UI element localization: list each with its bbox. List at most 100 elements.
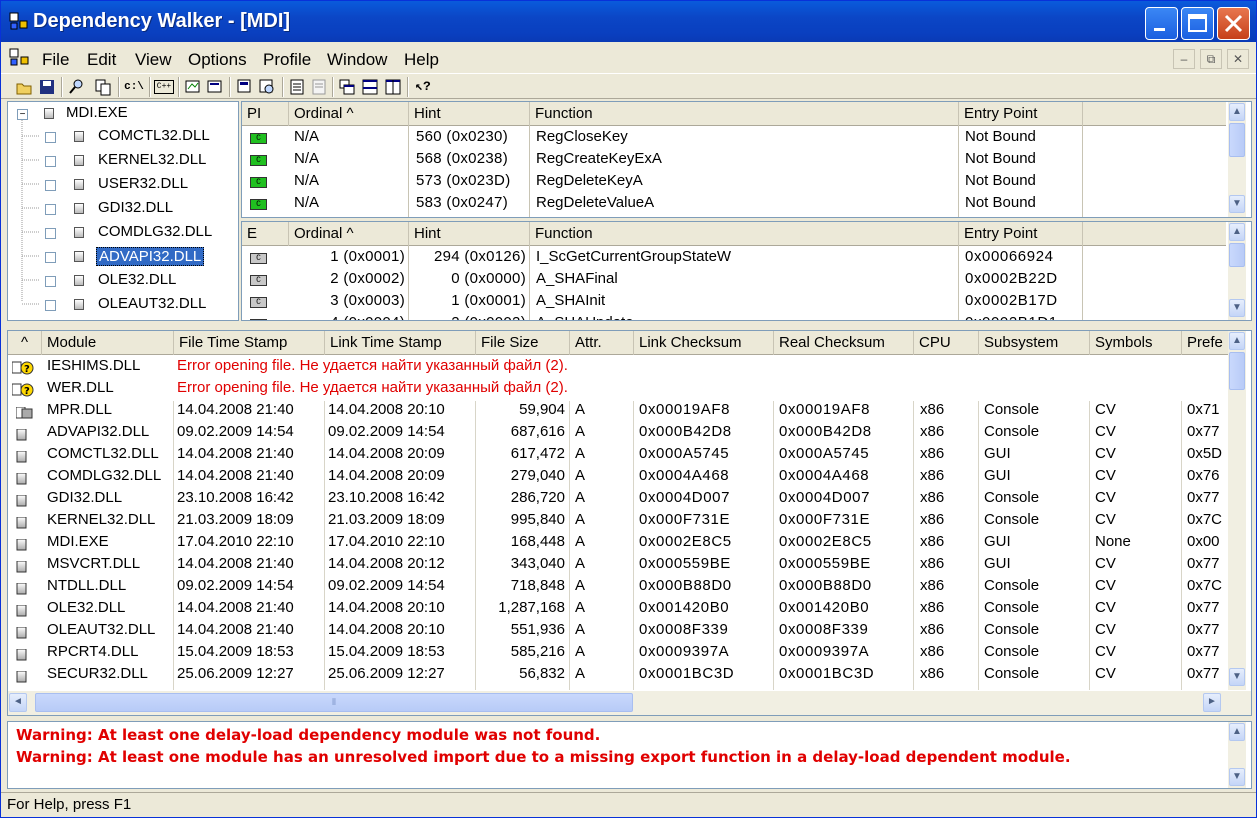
- menu-profile[interactable]: Profile: [263, 50, 311, 70]
- col-header-link-checksum[interactable]: Link Checksum: [634, 331, 774, 355]
- scroll-thumb[interactable]: [1229, 243, 1245, 267]
- tree-item[interactable]: COMDLG32.DLL: [96, 223, 214, 240]
- col-header-cpu[interactable]: CPU: [914, 331, 979, 355]
- maximize-button[interactable]: [1181, 7, 1214, 40]
- col-header-sort[interactable]: ^: [8, 331, 42, 355]
- scroll-down-icon[interactable]: ▼: [1229, 668, 1245, 686]
- col-header-ordinal[interactable]: Ordinal ^: [289, 102, 409, 126]
- col-header-file-time[interactable]: File Time Stamp: [174, 331, 325, 355]
- tree-item[interactable]: ADVAPI32.DLL: [96, 247, 205, 266]
- menu-view[interactable]: View: [135, 50, 172, 70]
- mdi-minimize-button[interactable]: ‒: [1173, 49, 1195, 69]
- tile-v-icon[interactable]: [384, 78, 402, 96]
- scroll-down-icon[interactable]: ▼: [1229, 299, 1245, 317]
- scroll-down-icon[interactable]: ▼: [1229, 195, 1245, 213]
- module-name[interactable]: MSVCRT.DLL: [47, 555, 173, 572]
- col-header-function[interactable]: Function: [530, 222, 959, 246]
- module-name[interactable]: KERNEL32.DLL: [47, 511, 173, 528]
- col-header-entry[interactable]: Entry Point: [959, 222, 1083, 246]
- tree-item[interactable]: COMCTL32.DLL: [96, 127, 212, 144]
- modules-hscroll[interactable]: ◄ ⦀ ►: [8, 691, 1251, 715]
- fullpaths-icon[interactable]: [206, 78, 224, 96]
- tree-item[interactable]: OLEAUT32.DLL: [96, 295, 208, 312]
- tree-root[interactable]: MDI.EXE: [66, 104, 128, 121]
- module-name[interactable]: OLE32.DLL: [47, 599, 173, 616]
- col-header-hint[interactable]: Hint: [409, 222, 530, 246]
- properties-icon[interactable]: [235, 78, 253, 96]
- scroll-right-icon[interactable]: ►: [1203, 693, 1221, 712]
- col-header-module[interactable]: Module: [42, 331, 174, 355]
- menu-file[interactable]: File: [42, 50, 69, 70]
- menu-window[interactable]: Window: [327, 50, 387, 70]
- tree-item[interactable]: GDI32.DLL: [96, 199, 175, 216]
- save-icon[interactable]: [38, 78, 56, 96]
- scroll-thumb[interactable]: [1229, 352, 1245, 390]
- copy-icon[interactable]: [94, 78, 112, 96]
- module-name[interactable]: MDI.EXE: [47, 533, 173, 550]
- tile-h-icon[interactable]: [361, 78, 379, 96]
- path-icon[interactable]: c:\: [124, 78, 144, 96]
- col-header-preferred-base[interactable]: Prefe: [1182, 331, 1228, 355]
- module-name[interactable]: COMDLG32.DLL: [47, 467, 173, 484]
- scroll-left-icon[interactable]: ◄: [9, 693, 27, 712]
- open-icon[interactable]: [15, 78, 33, 96]
- scroll-up-icon[interactable]: ▲: [1229, 103, 1245, 121]
- module-name[interactable]: IESHIMS.DLL: [47, 357, 140, 374]
- col-header-e[interactable]: E: [242, 222, 289, 246]
- minimize-button[interactable]: [1145, 7, 1178, 40]
- scroll-up-icon[interactable]: ▲: [1229, 223, 1245, 241]
- cpp-icon[interactable]: C++: [154, 80, 174, 94]
- col-header-symbols[interactable]: Symbols: [1090, 331, 1182, 355]
- import-entry-point: Not Bound: [965, 128, 1036, 145]
- scroll-thumb[interactable]: [1229, 123, 1245, 157]
- column-divider: [1082, 246, 1083, 320]
- autoexpand-icon[interactable]: [184, 78, 202, 96]
- module-icon: [74, 251, 84, 262]
- cascade-icon[interactable]: [338, 78, 356, 96]
- menu-help[interactable]: Help: [404, 50, 439, 70]
- col-header-file-size[interactable]: File Size: [476, 331, 570, 355]
- module-name[interactable]: NTDLL.DLL: [47, 577, 173, 594]
- scroll-down-icon[interactable]: ▼: [1229, 768, 1245, 786]
- module-name[interactable]: MPR.DLL: [47, 401, 173, 418]
- find-icon[interactable]: [67, 78, 85, 96]
- next-icon[interactable]: [310, 78, 328, 96]
- col-header-hint[interactable]: Hint: [409, 102, 530, 126]
- module-name[interactable]: OLEAUT32.DLL: [47, 621, 173, 638]
- scroll-up-icon[interactable]: ▲: [1229, 332, 1245, 350]
- modules-vscroll[interactable]: ▲ ▼: [1228, 331, 1246, 690]
- module-name[interactable]: COMCTL32.DLL: [47, 445, 173, 462]
- col-header-entry[interactable]: Entry Point: [959, 102, 1083, 126]
- col-header-attr[interactable]: Attr.: [570, 331, 634, 355]
- scroll-up-icon[interactable]: ▲: [1229, 723, 1245, 741]
- menu-options[interactable]: Options: [188, 50, 247, 70]
- help-icon[interactable]: ↖?: [414, 78, 432, 96]
- module-name[interactable]: WER.DLL: [47, 379, 114, 396]
- tree-item[interactable]: KERNEL32.DLL: [96, 151, 208, 168]
- menu-edit[interactable]: Edit: [87, 50, 116, 70]
- file-size: 718,848: [510, 577, 565, 594]
- close-button[interactable]: [1217, 7, 1250, 40]
- col-header-pi[interactable]: PI: [242, 102, 289, 126]
- col-header-function[interactable]: Function: [530, 102, 959, 126]
- col-header-ordinal[interactable]: Ordinal ^: [289, 222, 409, 246]
- module-name[interactable]: ADVAPI32.DLL: [47, 423, 173, 440]
- mdi-close-button[interactable]: ✕: [1227, 49, 1249, 69]
- module-name[interactable]: SECUR32.DLL: [47, 665, 173, 682]
- module-name[interactable]: RPCRT4.DLL: [47, 643, 173, 660]
- log-vscroll[interactable]: ▲ ▼: [1228, 722, 1246, 788]
- prev-icon[interactable]: [288, 78, 306, 96]
- title-bar[interactable]: Dependency Walker - [MDI]: [1, 1, 1256, 42]
- col-header-link-time[interactable]: Link Time Stamp: [325, 331, 476, 355]
- tree-item[interactable]: OLE32.DLL: [96, 271, 178, 288]
- tree-item[interactable]: USER32.DLL: [96, 175, 190, 192]
- view-icon[interactable]: [258, 78, 276, 96]
- scroll-thumb[interactable]: ⦀: [35, 693, 633, 712]
- mdi-child-icon[interactable]: [9, 48, 31, 68]
- exports-vscroll[interactable]: ▲ ▼: [1228, 222, 1246, 320]
- module-name[interactable]: GDI32.DLL: [47, 489, 173, 506]
- col-header-subsystem[interactable]: Subsystem: [979, 331, 1090, 355]
- mdi-restore-button[interactable]: ⧉: [1200, 49, 1222, 69]
- col-header-real-checksum[interactable]: Real Checksum: [774, 331, 914, 355]
- imports-vscroll[interactable]: ▲ ▼: [1228, 102, 1246, 217]
